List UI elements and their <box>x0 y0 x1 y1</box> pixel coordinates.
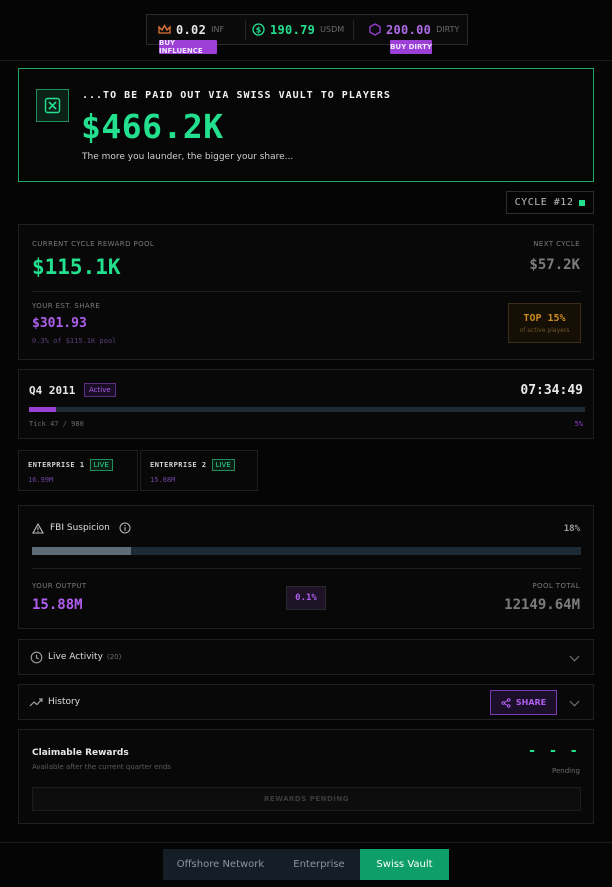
live-activity-count: (20) <box>107 653 122 661</box>
reward-pool-panel: CURRENT CYCLE REWARD POOL $115.1K NEXT C… <box>18 224 594 360</box>
output-ratio-badge: 0.1% <box>286 586 326 610</box>
influence-unit: INF <box>211 25 225 34</box>
tab-enterprise[interactable]: Enterprise <box>278 849 360 880</box>
quarter-status-badge: Active <box>84 383 116 397</box>
next-cycle-label: NEXT CYCLE <box>533 240 580 248</box>
fbi-suspicion-bar <box>32 547 581 555</box>
fbi-percent: 18% <box>563 524 580 534</box>
tab-swiss-vault[interactable]: Swiss Vault <box>360 849 449 880</box>
pool-total-value: 12149.64M <box>504 597 580 613</box>
bottom-tab-bar: Offshore Network Enterprise Swiss Vault <box>163 849 449 880</box>
hero-tagline: The more you launder, the bigger your sh… <box>82 152 294 162</box>
tab-offshore-network[interactable]: Offshore Network <box>163 849 278 880</box>
divider <box>0 842 612 843</box>
vault-hero: ...TO BE PAID OUT VIA SWISS VAULT TO PLA… <box>18 68 594 182</box>
history-title: History <box>48 697 81 707</box>
info-icon[interactable] <box>119 522 131 534</box>
claimable-rewards-panel: Claimable Rewards Available after the cu… <box>18 729 594 824</box>
usdm-unit: USDM <box>320 25 345 34</box>
live-activity-title: Live Activity <box>48 652 103 662</box>
trend-line-icon <box>29 698 43 707</box>
dirty-unit: DIRTY <box>436 25 460 34</box>
live-activity-accordion[interactable]: Live Activity (20) <box>18 639 594 675</box>
quarter-progress-fill <box>29 407 56 412</box>
claim-title: Claimable Rewards <box>32 748 129 758</box>
share-button[interactable]: SHARE <box>490 690 557 715</box>
rank-value: TOP 15% <box>523 312 566 324</box>
rank-badge: TOP 15% of active players <box>508 303 581 343</box>
share-label: YOUR EST. SHARE <box>32 302 101 310</box>
divider <box>353 20 354 40</box>
quarter-progress-bar <box>29 407 585 412</box>
live-badge: LIVE <box>211 459 235 471</box>
crown-icon <box>158 24 171 34</box>
chevron-down-icon[interactable] <box>569 651 580 662</box>
cycle-label: CYCLE #12 <box>514 197 574 208</box>
share-icon <box>501 697 511 708</box>
enterprise-name: ENTERPRISE 2 <box>150 461 207 469</box>
rank-label: of active players <box>519 326 570 334</box>
quarter-name: Q4 2011 <box>29 384 76 397</box>
quarter-percent: 5% <box>574 420 583 428</box>
cycle-badge: CYCLE #12 <box>506 191 594 214</box>
tick-counter: Tick 47 / 980 <box>29 420 84 428</box>
enterprise-card[interactable]: ENTERPRISE 1 LIVE 16.99M <box>18 450 138 491</box>
share-detail: 0.3% of $115.1K pool <box>32 337 117 345</box>
hero-amount: $466.2K <box>81 107 224 146</box>
clock-icon <box>30 651 43 664</box>
cycle-status-dot <box>579 199 586 206</box>
buy-dirty-button[interactable]: BUY DIRTY <box>390 40 432 54</box>
divider <box>32 568 581 569</box>
buy-influence-button[interactable]: BUY INFLUENCE <box>159 39 217 55</box>
svg-text:$: $ <box>256 25 262 34</box>
dollar-coin-icon: $ <box>252 23 265 36</box>
output-label: YOUR OUTPUT <box>32 582 87 590</box>
fbi-suspicion-panel: FBI Suspicion 18% YOUR OUTPUT 15.88M 0.1… <box>18 505 594 629</box>
output-value: 15.88M <box>32 597 83 613</box>
enterprise-name: ENTERPRISE 1 <box>28 461 85 469</box>
claim-subtitle: Available after the current quarter ends <box>32 763 171 771</box>
divider <box>245 20 246 40</box>
current-pool-label: CURRENT CYCLE REWARD POOL <box>32 240 155 248</box>
enterprise-value: 15.88M <box>150 476 176 484</box>
next-cycle-value: $57.2K <box>529 257 580 273</box>
warning-icon <box>32 523 44 534</box>
fbi-suspicion-fill <box>32 547 131 555</box>
current-pool-value: $115.1K <box>32 255 121 279</box>
fbi-title: FBI Suspicion <box>50 523 110 533</box>
claim-amount-placeholder: - - - <box>527 743 580 759</box>
live-badge: LIVE <box>89 459 113 471</box>
share-value: $301.93 <box>32 316 87 331</box>
vault-icon <box>36 89 69 122</box>
rewards-pending-button[interactable]: REWARDS PENDING <box>32 787 581 811</box>
divider <box>32 291 581 292</box>
share-button-label: SHARE <box>515 698 547 707</box>
history-accordion[interactable]: History SHARE <box>18 684 594 720</box>
quarter-panel: Q4 2011 Active 07:34:49 Tick 47 / 980 5% <box>18 369 594 439</box>
enterprise-value: 16.99M <box>28 476 54 484</box>
hero-subtitle: ...TO BE PAID OUT VIA SWISS VAULT TO PLA… <box>82 90 391 101</box>
claim-status: Pending <box>552 767 580 775</box>
usdm-value: 190.79 <box>270 22 316 37</box>
influence-value: 0.02 <box>176 22 207 37</box>
pool-total-label: POOL TOTAL <box>532 582 580 590</box>
enterprise-card[interactable]: ENTERPRISE 2 LIVE 15.88M <box>140 450 258 491</box>
chevron-down-icon[interactable] <box>569 696 580 707</box>
divider <box>0 60 612 61</box>
usdm-balance: $ 190.79 USDM <box>252 15 344 44</box>
dirty-value: 200.00 <box>386 22 432 37</box>
quarter-timer: 07:34:49 <box>520 383 583 398</box>
hexagon-icon <box>369 23 381 36</box>
